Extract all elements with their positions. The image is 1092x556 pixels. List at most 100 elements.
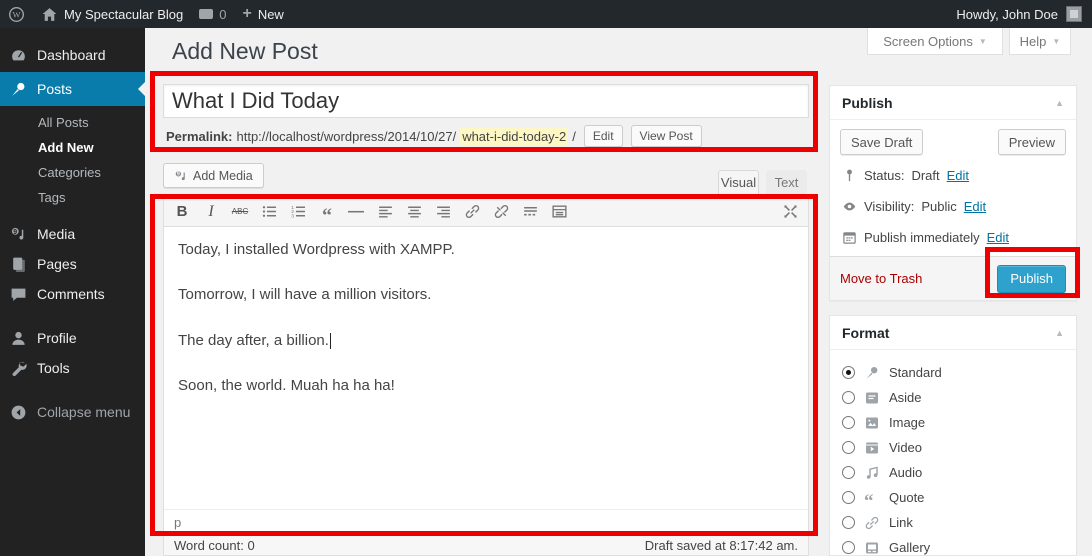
sidebar-item-profile[interactable]: Profile [0,323,145,353]
sidebar-label: Media [37,226,75,242]
italic-button[interactable]: I [200,201,222,223]
toolbar-toggle-button[interactable] [548,201,570,223]
calendar-icon [842,230,857,245]
chevron-down-icon: ▼ [979,37,987,46]
element-path[interactable]: p [174,515,181,530]
wordpress-admin: W My Spectacular Blog 0 + New Howdy, Joh… [0,0,1092,556]
move-to-trash-link[interactable]: Move to Trash [840,271,922,286]
add-media-button[interactable]: 9 Add Media [163,163,264,188]
format-option-video: Video [842,435,1064,460]
media-icon: 9 [10,226,27,243]
gallery-icon [864,540,880,556]
publish-button[interactable]: Publish [997,265,1066,293]
radio-standard[interactable] [842,366,855,379]
admin-sidebar: Dashboard Posts All Posts Add New Catego… [0,28,145,556]
sidebar-item-add-new[interactable]: Add New [0,135,145,160]
new-menu[interactable]: + New [234,0,291,28]
editor-statusbar: p [164,509,808,534]
unlink-icon [493,203,510,220]
radio-audio[interactable] [842,466,855,479]
sidebar-item-categories[interactable]: Categories [0,160,145,185]
radio-quote[interactable] [842,491,855,504]
sidebar-item-dashboard[interactable]: Dashboard [0,38,145,72]
horizontal-rule-button[interactable]: — [345,201,367,223]
plus-icon: + [242,5,251,23]
format-option-gallery: Gallery [842,535,1064,556]
bullet-list-button[interactable] [258,201,280,223]
sidebar-label: Pages [37,256,77,272]
avatar[interactable] [1066,6,1082,22]
bold-button[interactable]: B [171,201,193,223]
radio-aside[interactable] [842,391,855,404]
svg-text:9: 9 [13,228,17,235]
dashboard-icon [10,47,27,64]
radio-image[interactable] [842,416,855,429]
sidebar-label: Posts [37,81,72,97]
blockquote-button[interactable]: “ [316,201,338,223]
distraction-free-button[interactable] [779,201,801,223]
collapse-arrow-icon [10,404,27,421]
sidebar-item-comments[interactable]: Comments [0,279,145,309]
quote-icon: “ [864,489,880,506]
sidebar-label: Profile [37,330,77,346]
sidebar-item-all-posts[interactable]: All Posts [0,110,145,135]
view-post-button[interactable]: View Post [631,125,702,147]
toolbar-toggle-icon [551,203,568,220]
remove-link-button[interactable] [490,201,512,223]
tab-text[interactable]: Text [766,170,807,194]
publishing-actions: Move to Trash Publish [830,256,1076,300]
insert-link-button[interactable] [461,201,483,223]
edit-visibility-link[interactable]: Edit [964,199,986,214]
preview-button[interactable]: Preview [998,129,1066,155]
comment-count: 0 [219,7,226,22]
radio-link[interactable] [842,516,855,529]
format-option-quote: “ Quote [842,485,1064,510]
home-icon [41,6,58,23]
edit-permalink-button[interactable]: Edit [584,125,623,147]
more-tag-button[interactable] [519,201,541,223]
sidebar-item-posts[interactable]: Posts [0,72,145,106]
comments-icon [10,286,27,303]
autosave-message: Draft saved at 8:17:42 am. [645,538,798,553]
aside-icon [864,390,880,406]
numbered-list-icon: 1 2 3 [290,203,307,220]
sidebar-item-tags[interactable]: Tags [0,185,145,210]
align-left-button[interactable] [374,201,396,223]
image-icon [864,415,880,431]
permalink-slug[interactable]: what-i-did-today-2 [460,128,568,145]
format-box-header[interactable]: Format ▲ [830,316,1076,350]
strikethrough-button[interactable]: ABC [229,201,251,223]
status-value: Draft [911,168,939,183]
help-button[interactable]: Help ▼ [1009,28,1071,55]
edit-schedule-link[interactable]: Edit [987,230,1009,245]
profile-icon [10,330,27,347]
radio-video[interactable] [842,441,855,454]
editor-content[interactable]: Today, I installed Wordpress with XAMPP.… [164,227,808,394]
page-title: Add New Post [172,38,318,65]
sidebar-collapse-menu[interactable]: Collapse menu [0,397,145,427]
align-right-button[interactable] [432,201,454,223]
sidebar-item-pages[interactable]: Pages [0,249,145,279]
sidebar-item-tools[interactable]: Tools [0,353,145,383]
howdy-text[interactable]: Howdy, John Doe [956,7,1058,22]
collapse-toggle-icon[interactable]: ▲ [1055,98,1064,108]
sidebar-item-media[interactable]: 9 Media [0,219,145,249]
screen-options-button[interactable]: Screen Options ▼ [867,28,1003,55]
save-draft-button[interactable]: Save Draft [840,129,923,155]
wordpress-menu[interactable]: W [0,0,33,28]
post-title-input[interactable] [163,84,809,118]
site-menu[interactable]: My Spectacular Blog [33,0,191,28]
align-center-button[interactable] [403,201,425,223]
edit-status-link[interactable]: Edit [947,168,969,183]
format-option-link: Link [842,510,1064,535]
publish-box-header[interactable]: Publish ▲ [830,86,1076,120]
comments-menu[interactable]: 0 [191,0,234,28]
radio-gallery[interactable] [842,541,855,554]
align-center-icon [406,203,423,220]
link-icon [864,515,880,531]
numbered-list-button[interactable]: 1 2 3 [287,201,309,223]
collapse-toggle-icon[interactable]: ▲ [1055,328,1064,338]
editor-mode-tabs: Visual Text [718,170,807,194]
site-name: My Spectacular Blog [64,7,183,22]
tab-visual[interactable]: Visual [718,170,759,194]
